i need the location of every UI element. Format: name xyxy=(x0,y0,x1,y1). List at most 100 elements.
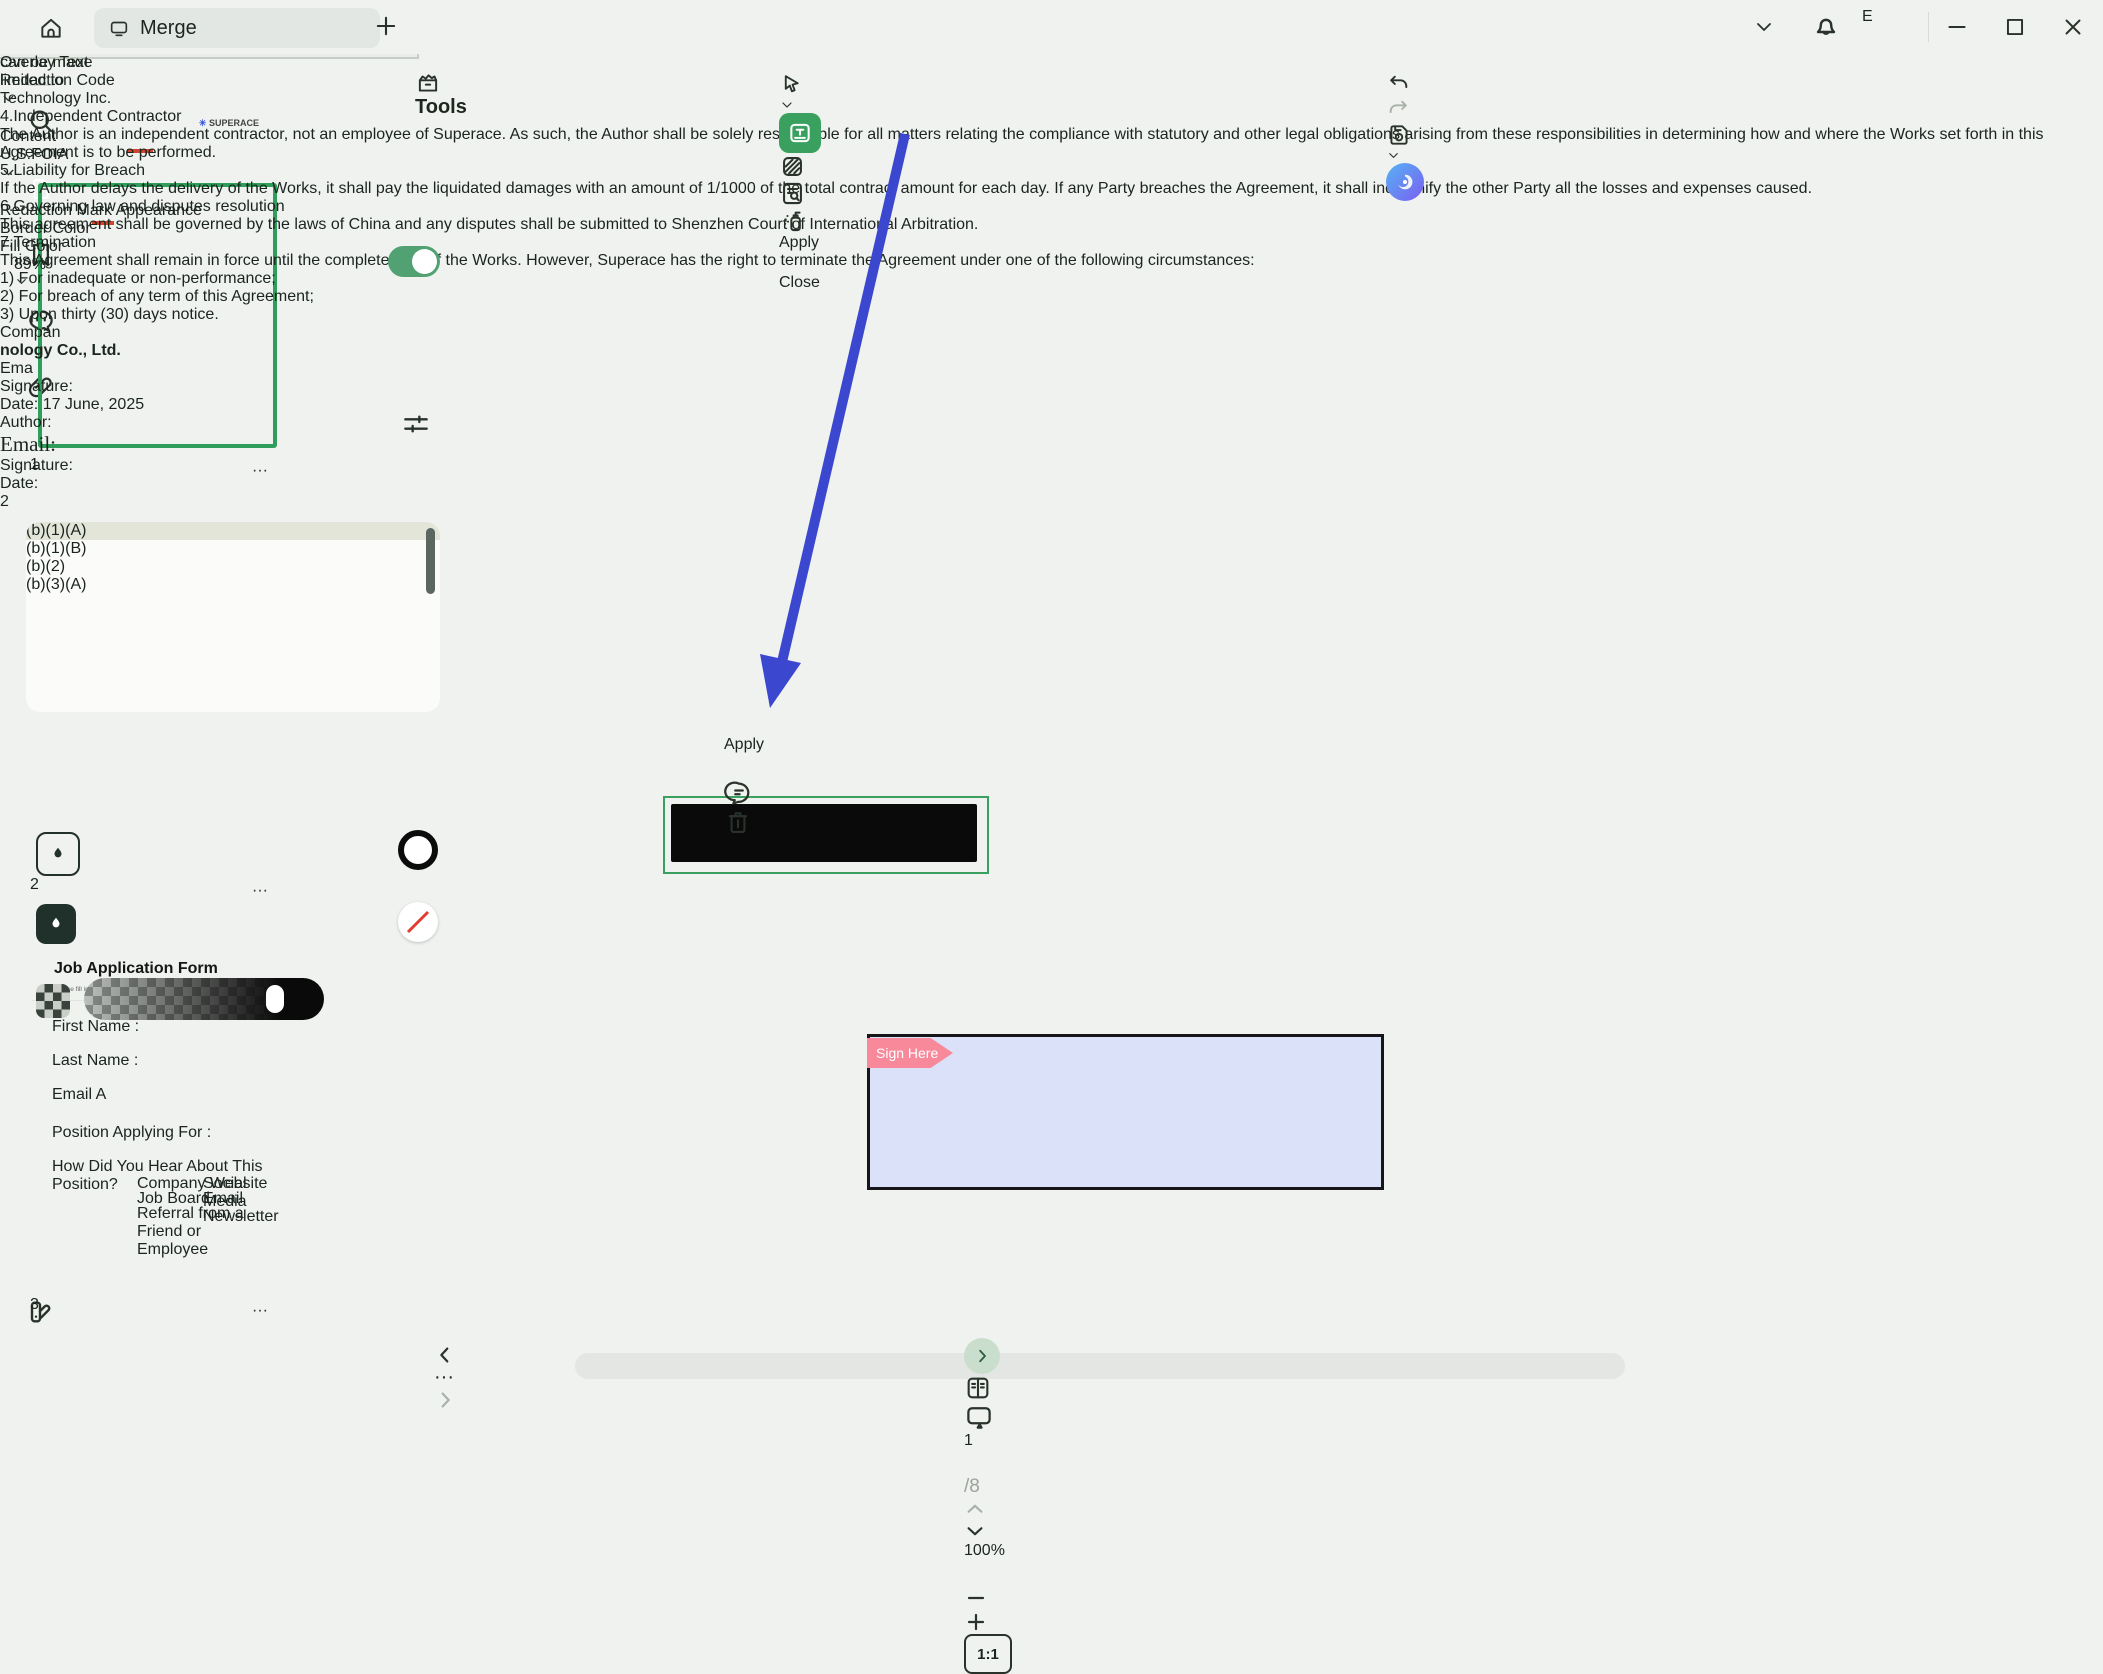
border-color-value[interactable] xyxy=(398,830,438,870)
code-item[interactable]: (b)(2) xyxy=(26,558,440,576)
home-icon xyxy=(38,15,64,41)
border-color-label: Border Color xyxy=(0,220,414,238)
bell-icon xyxy=(1810,10,1842,42)
chevron-right-icon xyxy=(973,1347,991,1365)
zoom-level-input[interactable]: 100% xyxy=(964,1542,1040,1586)
toggle-knob xyxy=(412,249,437,274)
chevron-down-icon xyxy=(964,1520,986,1542)
doc-company-right: nology Co., Ltd. xyxy=(0,342,2103,360)
opacity-slider-handle[interactable] xyxy=(266,985,284,1013)
redo-button[interactable] xyxy=(1386,97,1614,122)
doc-date-line: Date: 17 June, 2025 xyxy=(0,396,2103,414)
chevron-down-icon xyxy=(1752,18,1776,36)
tab-merge[interactable]: Merge xyxy=(94,8,380,48)
fill-color-icon xyxy=(36,904,76,944)
opacity-slider[interactable] xyxy=(84,978,324,1020)
fill-color-value-none[interactable] xyxy=(398,902,438,942)
close-window-button[interactable] xyxy=(2060,14,2086,40)
maximize-button[interactable] xyxy=(2002,14,2028,40)
zoom-out-button[interactable] xyxy=(964,1586,1628,1610)
close-button[interactable]: Close xyxy=(779,274,845,312)
redact-fill-tool-button[interactable] xyxy=(779,153,1273,180)
thumb3-more-button[interactable]: ··· xyxy=(252,1302,268,1320)
doc-date2-label: Date: xyxy=(0,475,2103,493)
doc-page-number: 2 xyxy=(0,493,2103,511)
save-chevron[interactable] xyxy=(1386,148,1614,163)
page-total: /8 xyxy=(964,1476,1628,1498)
sanitize-button[interactable] xyxy=(779,207,1273,234)
comment-button[interactable] xyxy=(724,778,940,808)
thumb3-field-label: First Name : xyxy=(52,1018,139,1036)
comment-bubble-icon xyxy=(724,778,754,808)
tools-button[interactable]: Tools xyxy=(415,70,527,122)
search-document-icon xyxy=(779,180,806,207)
apply-redaction-button[interactable]: Apply xyxy=(724,736,788,778)
minimize-icon xyxy=(1944,14,1970,40)
spray-bottle-icon xyxy=(779,207,806,234)
new-tab-button[interactable] xyxy=(372,12,400,40)
nav-more-button[interactable]: ··· xyxy=(434,1366,592,1389)
thumb2-more-button[interactable]: ··· xyxy=(252,882,268,900)
content-settings-button[interactable] xyxy=(400,408,432,440)
delete-button[interactable] xyxy=(724,808,940,836)
nav-back-button[interactable] xyxy=(434,1344,592,1366)
tools-icon xyxy=(415,70,441,96)
thumb2-page-number: 2 xyxy=(30,876,39,894)
doc-company-left: Compan xyxy=(0,324,2103,342)
close-icon xyxy=(2060,14,2086,40)
code-item[interactable]: (b)(1)(B) xyxy=(26,540,440,558)
notifications-button[interactable] xyxy=(1810,10,1842,42)
thumb3-field-box xyxy=(144,1044,246,1060)
actual-size-button[interactable]: 1:1 xyxy=(964,1634,1012,1674)
next-page-button[interactable] xyxy=(964,1520,1628,1542)
overlay-text-label: Overlay Text xyxy=(0,54,414,72)
ai-assistant-button[interactable] xyxy=(1386,163,1424,201)
cursor-icon xyxy=(779,72,804,97)
page-number-input[interactable]: 1 xyxy=(964,1432,1010,1476)
droplet-icon xyxy=(48,844,68,864)
list-scrollbar-thumb[interactable] xyxy=(426,528,435,594)
history-nav-pill: ··· xyxy=(424,1344,602,1398)
nav-forward-button[interactable] xyxy=(434,1389,592,1411)
avatar[interactable]: E xyxy=(1862,8,1873,26)
opacity-dropdown[interactable]: 89% xyxy=(0,256,104,300)
previous-page-button[interactable] xyxy=(964,1498,1628,1520)
chevron-down-icon xyxy=(1386,148,1401,163)
minus-icon xyxy=(964,1586,988,1610)
redaction-code-dropdown[interactable]: Redaction Code xyxy=(0,72,414,128)
code-item-selected[interactable]: (b)(1)(A) xyxy=(26,522,440,540)
content-label: Content xyxy=(0,128,414,146)
thumb3-stray-box xyxy=(98,1102,138,1115)
swatches-icon xyxy=(24,1296,56,1328)
content-standard-dropdown[interactable]: U.S.FOIA xyxy=(0,146,414,202)
page-layout-button[interactable] xyxy=(964,1374,1628,1402)
avatar-initial: E xyxy=(1862,8,1873,25)
save-button[interactable] xyxy=(1386,122,1614,148)
undo-button[interactable] xyxy=(1386,72,1614,97)
thumb3-field-box xyxy=(144,1078,246,1094)
minimize-button[interactable] xyxy=(1944,14,1970,40)
undo-icon xyxy=(1386,72,1411,97)
zoom-in-button[interactable] xyxy=(964,1610,1628,1634)
plus-icon xyxy=(372,12,400,40)
titlebar-chevron[interactable] xyxy=(1752,18,1776,36)
save-icon xyxy=(1386,122,1412,148)
titlebar-divider xyxy=(1928,12,1929,42)
expand-controls-button[interactable] xyxy=(964,1338,1000,1374)
home-button[interactable] xyxy=(27,8,75,48)
code-item[interactable]: (b)(3)(A) xyxy=(26,576,440,594)
doc-author-label: Author: xyxy=(0,414,2103,432)
fill-color-label: Fill Color xyxy=(0,238,414,256)
redact-overlay-tool-button[interactable] xyxy=(779,113,821,153)
thumb3-title: Job Application Form xyxy=(54,960,218,978)
apply-button[interactable]: Apply xyxy=(779,234,843,274)
history-toolbar xyxy=(1372,72,1628,122)
sidebar-item-swatches[interactable] xyxy=(24,1296,56,1328)
search-redact-button[interactable] xyxy=(779,180,1273,207)
thumb3-stray-box xyxy=(76,1080,116,1094)
overlay-text-toggle[interactable] xyxy=(388,246,440,277)
document-tab-icon xyxy=(108,17,130,39)
thumb3-field-box xyxy=(144,1110,246,1143)
hatched-square-icon xyxy=(779,153,806,180)
opacity-value: 89% xyxy=(14,256,46,273)
